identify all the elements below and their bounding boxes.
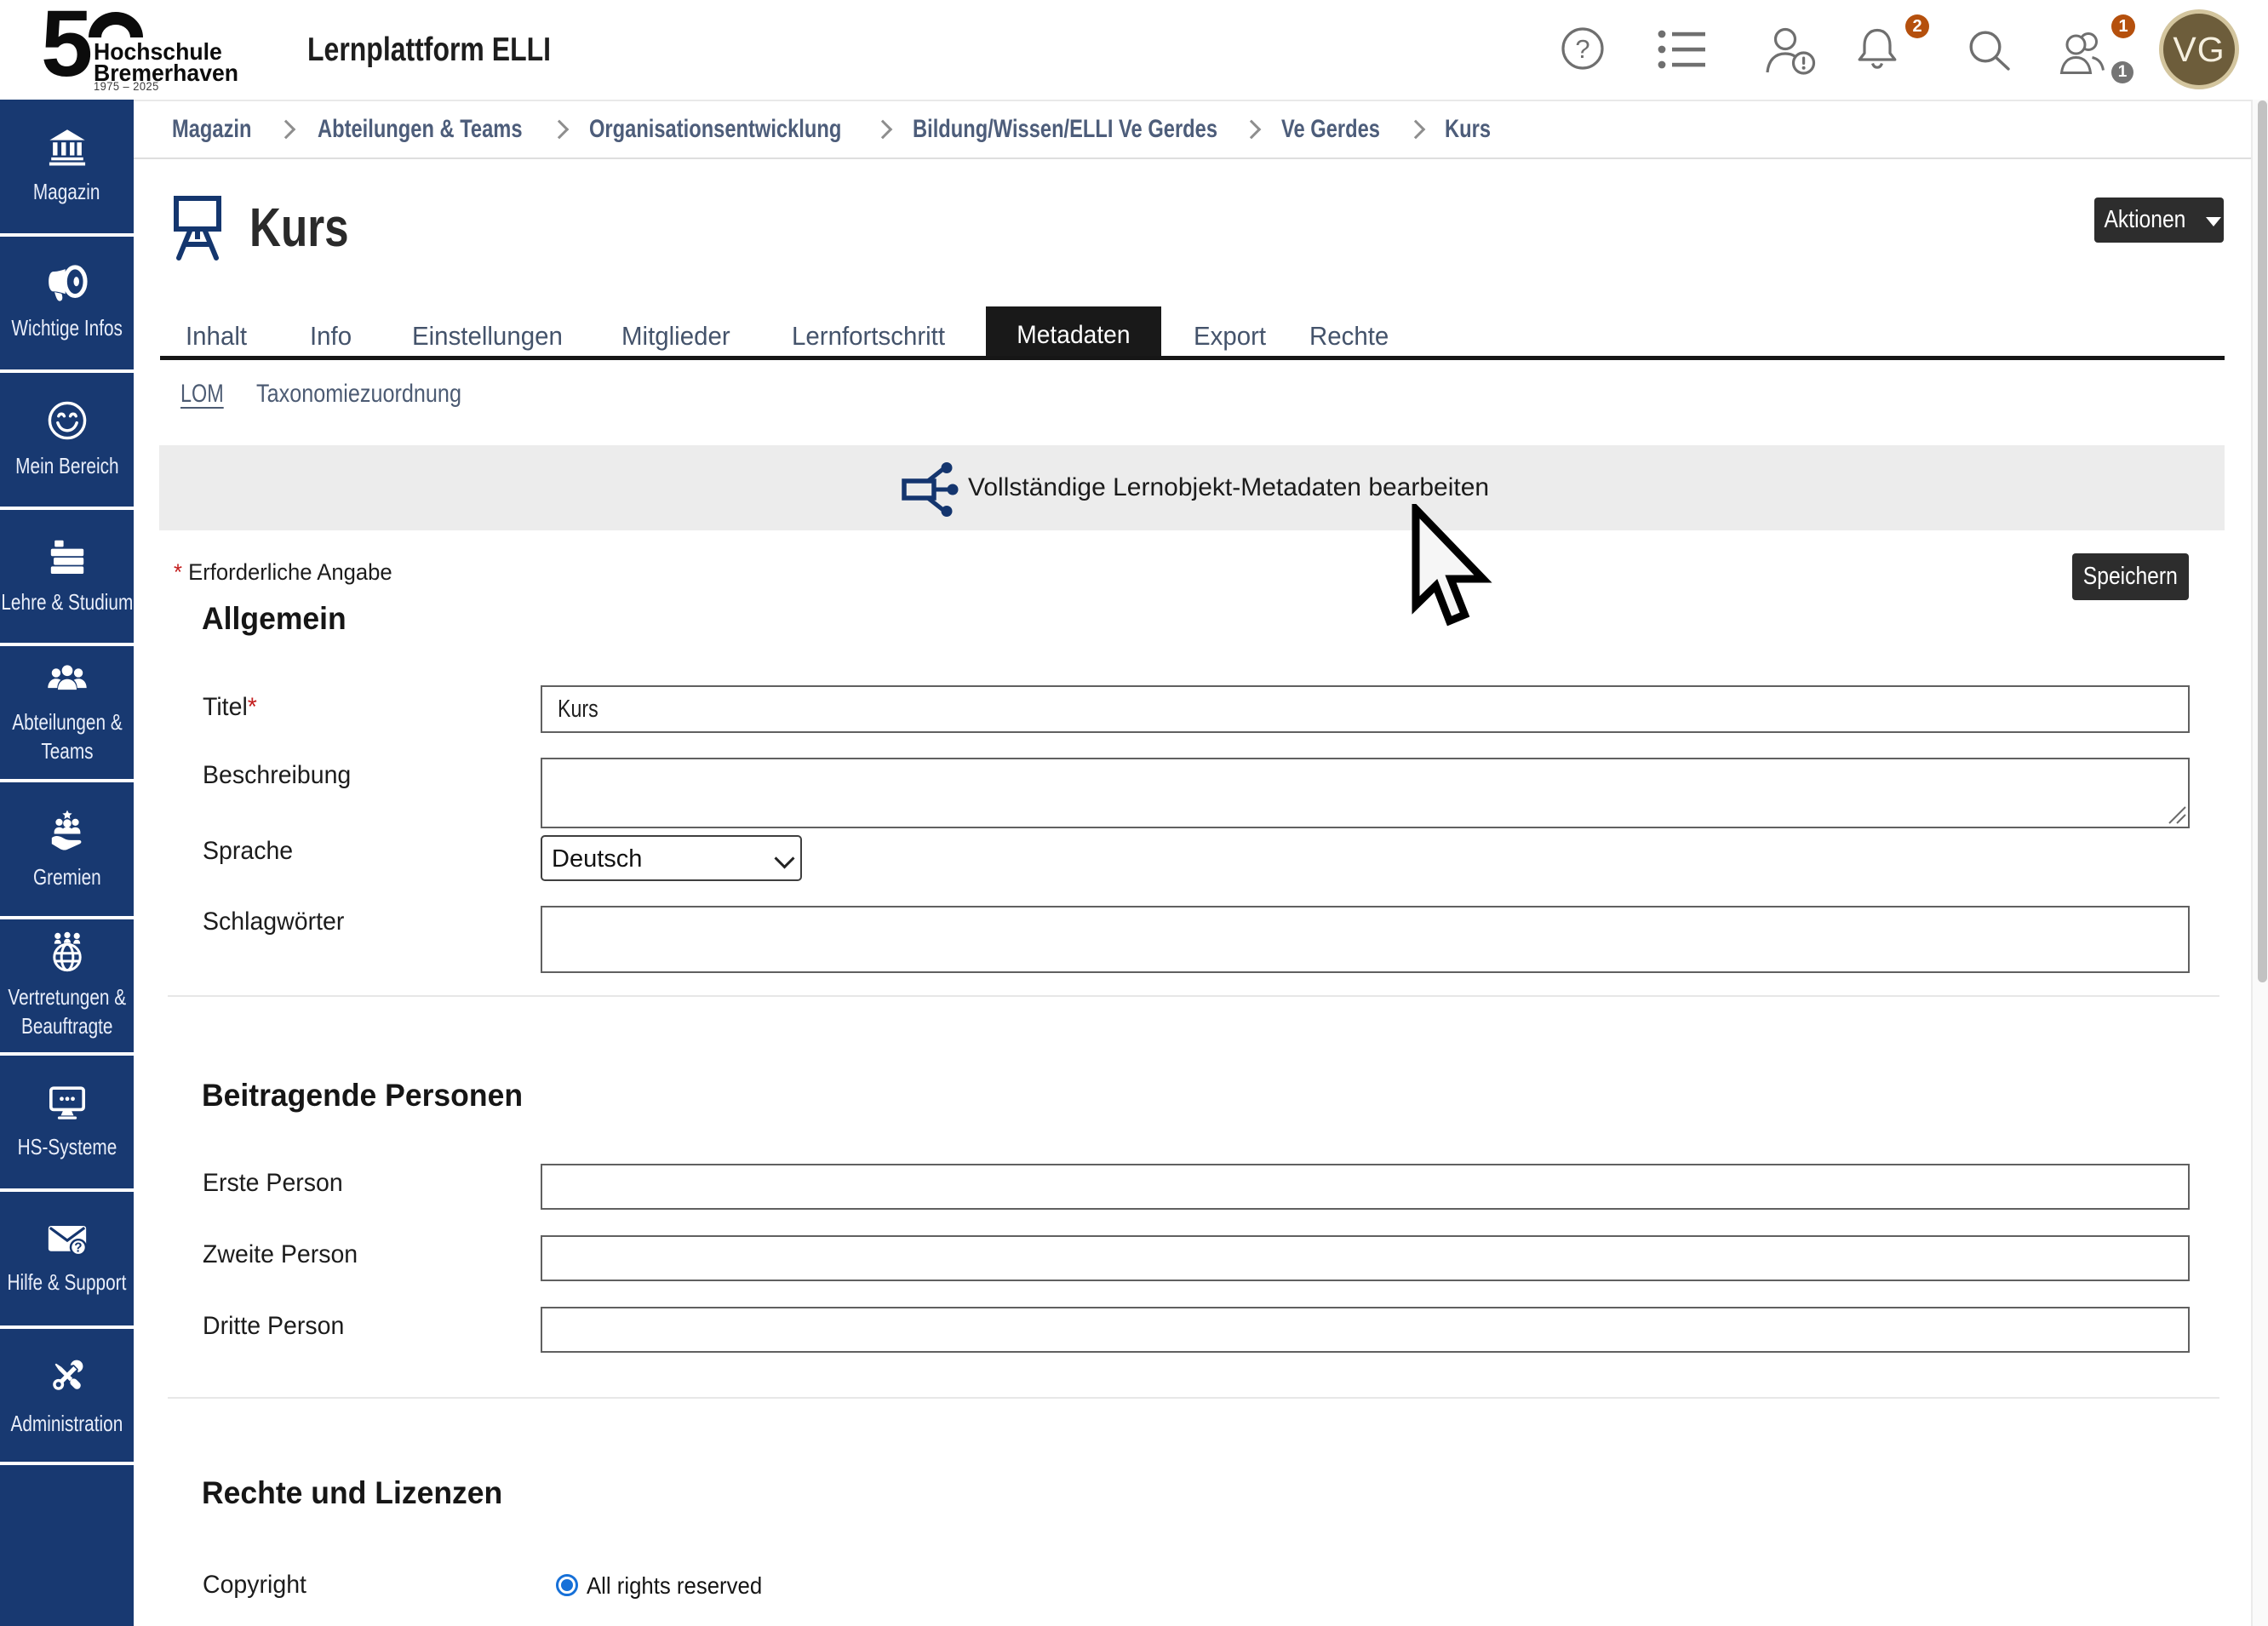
svg-text:?: ?: [74, 1240, 82, 1255]
svg-text:?: ?: [1575, 34, 1589, 64]
